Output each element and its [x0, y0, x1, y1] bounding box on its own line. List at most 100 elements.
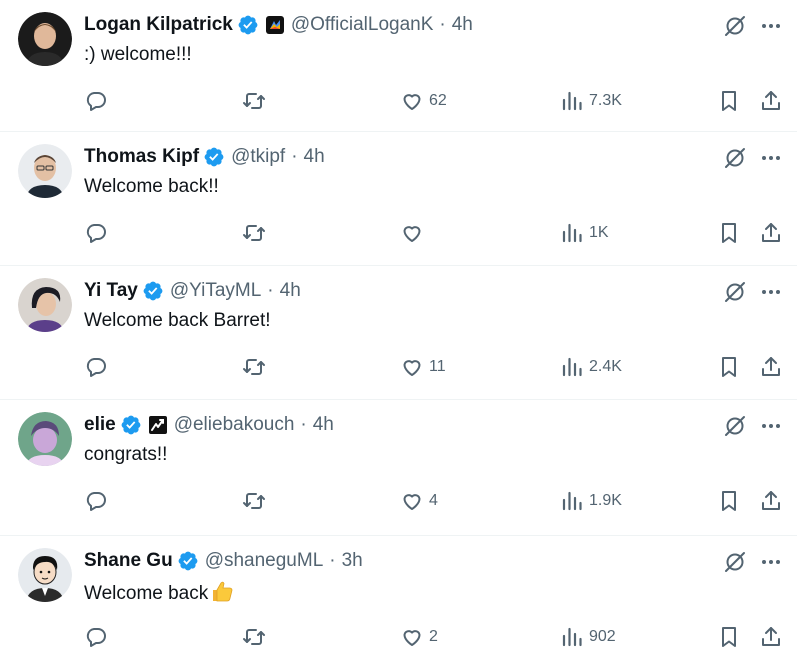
bookmark-button[interactable] — [717, 624, 741, 650]
display-name[interactable]: Logan Kilpatrick — [84, 14, 233, 36]
retweet-button[interactable] — [242, 624, 271, 650]
reply-icon — [86, 224, 106, 243]
display-name[interactable]: elie — [84, 414, 116, 436]
user-handle[interactable]: @tkipf — [231, 146, 285, 168]
separator-dot: · — [300, 414, 307, 435]
timestamp[interactable]: 4h — [313, 414, 334, 436]
share-icon — [762, 91, 780, 110]
tweet-text: Welcome back!! — [84, 176, 219, 197]
user-handle[interactable]: @OfficialLoganK — [291, 14, 434, 36]
retweet-button[interactable] — [242, 488, 271, 514]
more-icon[interactable] — [759, 414, 783, 438]
grok-icon[interactable] — [723, 14, 747, 38]
verified-badge-icon — [177, 550, 199, 572]
share-button[interactable] — [759, 488, 783, 514]
like-button[interactable]: 11 — [400, 354, 446, 380]
reply-button[interactable] — [84, 354, 113, 380]
user-handle[interactable]: @eliebakouch — [174, 414, 295, 436]
share-button[interactable] — [759, 88, 783, 114]
tweet-header: Shane Gu @shaneguML · 3h — [84, 548, 363, 574]
action-bar: 4 1.9K — [84, 488, 797, 514]
retweet-button[interactable] — [242, 88, 271, 114]
reply-button[interactable] — [84, 624, 113, 650]
tweet[interactable]: Logan Kilpatrick @OfficialLoganK · 4h :)… — [0, 0, 797, 132]
timestamp[interactable]: 3h — [342, 550, 363, 572]
share-button[interactable] — [759, 354, 783, 380]
like-button[interactable] — [400, 220, 429, 246]
share-icon — [762, 223, 780, 242]
action-bar: 1K — [84, 220, 797, 246]
avatar[interactable] — [18, 12, 72, 66]
bookmark-button[interactable] — [717, 488, 741, 514]
affiliate-badge-icon[interactable] — [265, 15, 285, 35]
views-button[interactable]: 2.4K — [560, 354, 622, 380]
views-count: 2.4K — [589, 358, 622, 375]
tweet[interactable]: Yi Tay @YiTayML · 4h Welcome back Barret… — [0, 266, 797, 400]
avatar[interactable] — [18, 144, 72, 198]
avatar[interactable] — [18, 278, 72, 332]
views-icon — [562, 491, 582, 511]
share-button[interactable] — [759, 220, 783, 246]
like-count: 2 — [429, 628, 438, 645]
tweet-text: Welcome back — [84, 580, 234, 605]
grok-icon[interactable] — [723, 280, 747, 304]
share-icon — [762, 491, 780, 510]
timestamp[interactable]: 4h — [452, 14, 473, 36]
views-button[interactable]: 1K — [560, 220, 609, 246]
more-icon[interactable] — [759, 280, 783, 304]
tweet[interactable]: Shane Gu @shaneguML · 3h Welcome back 2 … — [0, 536, 797, 667]
tweet-text: :) welcome!!! — [84, 44, 192, 65]
display-name[interactable]: Thomas Kipf — [84, 146, 199, 168]
verified-badge-icon — [203, 146, 225, 168]
more-icon[interactable] — [759, 14, 783, 38]
avatar[interactable] — [18, 548, 72, 602]
views-icon — [562, 223, 582, 243]
bookmark-icon — [722, 357, 736, 377]
bookmark-button[interactable] — [717, 354, 741, 380]
separator-dot: · — [291, 146, 298, 167]
views-button[interactable]: 902 — [560, 624, 616, 650]
views-button[interactable]: 1.9K — [560, 488, 622, 514]
reply-button[interactable] — [84, 488, 113, 514]
more-icon[interactable] — [759, 550, 783, 574]
bookmark-button[interactable] — [717, 220, 741, 246]
timestamp[interactable]: 4h — [304, 146, 325, 168]
tweet-text-content: Welcome back — [84, 583, 209, 604]
views-icon — [562, 627, 582, 647]
user-handle[interactable]: @YiTayML — [170, 280, 261, 302]
display-name[interactable]: Shane Gu — [84, 550, 173, 572]
user-handle[interactable]: @shaneguML — [205, 550, 324, 572]
more-icon[interactable] — [759, 146, 783, 170]
like-button[interactable]: 4 — [400, 488, 438, 514]
display-name[interactable]: Yi Tay — [84, 280, 138, 302]
like-icon — [403, 494, 421, 510]
tweet-text: congrats!! — [84, 444, 168, 465]
bookmark-button[interactable] — [717, 88, 741, 114]
like-count: 62 — [429, 92, 447, 109]
action-bar: 2 902 — [84, 624, 797, 650]
retweet-button[interactable] — [242, 220, 271, 246]
tweet-header: Thomas Kipf @tkipf · 4h — [84, 144, 325, 170]
tweet[interactable]: Thomas Kipf @tkipf · 4h Welcome back!! 1… — [0, 132, 797, 266]
verified-badge-icon — [142, 280, 164, 302]
grok-icon[interactable] — [723, 550, 747, 574]
views-button[interactable]: 7.3K — [560, 88, 622, 114]
like-button[interactable]: 2 — [400, 624, 438, 650]
share-button[interactable] — [759, 624, 783, 650]
bookmark-icon — [722, 223, 736, 243]
affiliate-badge-icon[interactable] — [148, 415, 168, 435]
grok-icon[interactable] — [723, 146, 747, 170]
timestamp[interactable]: 4h — [280, 280, 301, 302]
like-count: 4 — [429, 492, 438, 509]
tweet-header: Logan Kilpatrick @OfficialLoganK · 4h — [84, 12, 473, 38]
reply-button[interactable] — [84, 88, 113, 114]
retweet-icon — [243, 93, 265, 109]
like-button[interactable]: 62 — [400, 88, 447, 114]
retweet-button[interactable] — [242, 354, 271, 380]
bookmark-icon — [722, 491, 736, 511]
grok-icon[interactable] — [723, 414, 747, 438]
share-icon — [762, 627, 780, 646]
reply-button[interactable] — [84, 220, 113, 246]
avatar[interactable] — [18, 412, 72, 466]
tweet[interactable]: elie @eliebakouch · 4h congrats!! 4 1.9K — [0, 400, 797, 536]
